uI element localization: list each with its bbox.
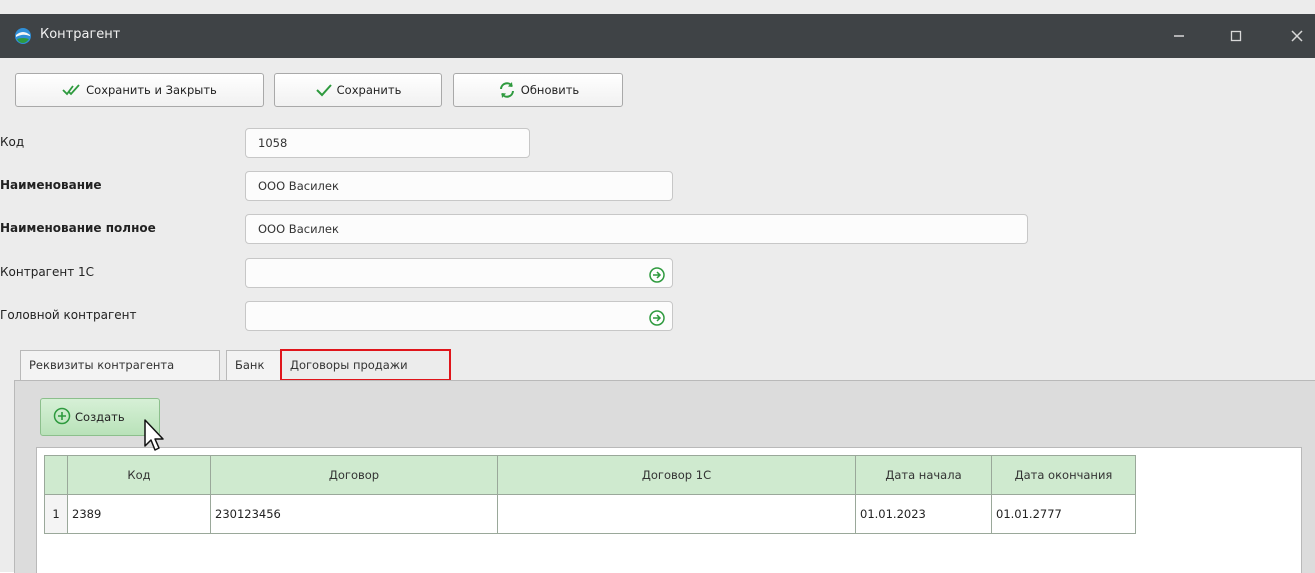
refresh-icon xyxy=(497,80,517,100)
mouse-cursor-icon xyxy=(142,418,168,454)
tab-sales-contracts[interactable]: Договоры продажи xyxy=(280,349,451,381)
check-icon xyxy=(315,83,333,97)
contracts-table: Код Договор Договор 1С Дата начала Дата … xyxy=(44,455,1136,534)
tab-bank[interactable]: Банк xyxy=(226,350,282,380)
refresh-button[interactable]: Обновить xyxy=(453,73,623,107)
title-bar: Контрагент xyxy=(0,14,1315,58)
tab-label: Банк xyxy=(235,358,265,372)
full-name-field[interactable]: ООО Василек xyxy=(245,214,1028,244)
contract-1c-cell[interactable] xyxy=(497,494,856,534)
window-title: Контрагент xyxy=(40,27,121,42)
counterparty-1c-field[interactable] xyxy=(245,258,673,288)
tab-label: Реквизиты контрагента xyxy=(29,358,175,372)
parent-counterparty-field[interactable] xyxy=(245,301,673,331)
contract-cell[interactable]: 230123456 xyxy=(210,494,498,534)
code-label: Код xyxy=(0,135,25,149)
code-cell[interactable]: 2389 xyxy=(67,494,211,534)
full-name-label: Наименование полное xyxy=(0,221,156,235)
counterparty-1c-label: Контрагент 1С xyxy=(0,265,95,279)
code-value: 1058 xyxy=(258,136,288,150)
row-number-header xyxy=(44,455,68,495)
create-label: Создать xyxy=(75,410,125,424)
save-and-close-button[interactable]: Сохранить и Закрыть xyxy=(15,73,264,107)
column-header[interactable]: Дата окончания xyxy=(991,455,1136,495)
counterparty-window: Контрагент Сохранить и Закрыть Сохранить xyxy=(0,0,1315,573)
full-name-value: ООО Василек xyxy=(258,222,339,236)
name-label: Наименование xyxy=(0,178,102,192)
column-header[interactable]: Дата начала xyxy=(855,455,992,495)
save-and-close-label: Сохранить и Закрыть xyxy=(86,83,217,97)
column-header[interactable]: Код xyxy=(67,455,211,495)
arrow-circle-right-icon[interactable] xyxy=(649,265,665,283)
table-header-row: Код Договор Договор 1С Дата начала Дата … xyxy=(44,455,1136,495)
name-value: ООО Василек xyxy=(258,179,339,193)
close-icon[interactable] xyxy=(1283,22,1311,50)
parent-counterparty-label: Головной контрагент xyxy=(0,308,137,322)
globe-icon xyxy=(14,27,32,45)
row-number: 1 xyxy=(44,494,68,534)
start-date-cell[interactable]: 01.01.2023 xyxy=(855,494,992,534)
table-row[interactable]: 1 2389 230123456 01.01.2023 01.01.2777 xyxy=(44,494,1136,534)
save-button[interactable]: Сохранить xyxy=(274,73,442,107)
column-header[interactable]: Договор xyxy=(210,455,498,495)
double-check-icon xyxy=(62,84,82,96)
tab-label: Договоры продажи xyxy=(290,358,408,372)
save-label: Сохранить xyxy=(336,83,402,97)
maximize-icon[interactable] xyxy=(1222,22,1250,50)
tab-counterparty-details[interactable]: Реквизиты контрагента xyxy=(20,350,220,380)
name-field[interactable]: ООО Василек xyxy=(245,171,673,201)
refresh-label: Обновить xyxy=(520,83,580,97)
code-field[interactable]: 1058 xyxy=(245,128,530,158)
end-date-cell[interactable]: 01.01.2777 xyxy=(991,494,1136,534)
minimize-icon[interactable] xyxy=(1165,22,1193,50)
plus-circle-icon xyxy=(53,407,71,428)
arrow-circle-right-icon[interactable] xyxy=(649,308,665,326)
column-header[interactable]: Договор 1С xyxy=(497,455,856,495)
